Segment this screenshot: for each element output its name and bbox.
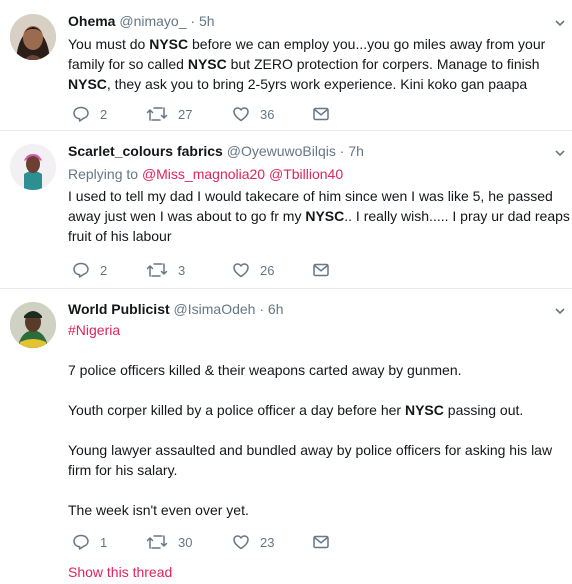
separator-dot: ·	[259, 301, 265, 317]
text-line: firm for his salary.	[68, 462, 178, 478]
text-line: You must do NYSC before we can employ yo…	[68, 36, 546, 52]
like-count: 26	[260, 262, 275, 278]
retweet-button[interactable]: 3	[146, 260, 185, 280]
heart-icon	[232, 261, 250, 279]
reply-count: 2	[100, 106, 108, 122]
tweet-paragraph: Young lawyer assaulted and bundled away …	[68, 440, 572, 480]
tweet-text: 7 police officers killed & their weapons…	[68, 360, 572, 520]
tweet-text: You must do NYSC before we can employ yo…	[68, 34, 572, 94]
avatar[interactable]	[10, 302, 56, 348]
separator-dot: ·	[339, 143, 345, 159]
text-line: I used to tell my dad I would takecare o…	[68, 188, 553, 204]
tweet-paragraph: Youth corper killed by a police officer …	[68, 400, 572, 420]
user-handle[interactable]: @IsimaOdeh	[174, 301, 256, 317]
avatar[interactable]	[10, 14, 56, 60]
timestamp[interactable]: 5h	[199, 13, 215, 29]
tweet-header: Scarlet_colours fabrics @OyewuwoBilqis ·…	[68, 142, 572, 160]
bold-term: NYSC	[149, 36, 189, 52]
display-name[interactable]: Ohema	[68, 13, 115, 29]
tweet[interactable]: Scarlet_colours fabrics @OyewuwoBilqis ·…	[0, 130, 572, 289]
envelope-icon	[312, 533, 330, 551]
reply-icon	[72, 261, 90, 279]
like-button[interactable]: 36	[232, 104, 274, 124]
like-button[interactable]: 26	[232, 260, 274, 280]
bold-term: NYSC	[68, 76, 107, 92]
tweet-header: World Publicist @IsimaOdeh · 6h	[68, 300, 572, 318]
avatar[interactable]	[10, 144, 56, 190]
text-line: Young lawyer assaulted and bundled away …	[68, 442, 553, 458]
tweet-paragraph: The week isn't even over yet.	[68, 500, 572, 520]
text-line: The week isn't even over yet.	[68, 502, 249, 518]
hashtag-line: #Nigeria	[68, 320, 572, 340]
bold-term: NYSC	[305, 208, 345, 224]
retweet-button[interactable]: 30	[146, 532, 192, 552]
dm-button[interactable]	[312, 260, 330, 280]
heart-icon	[232, 533, 250, 551]
envelope-icon	[312, 261, 330, 279]
chevron-down-icon[interactable]	[554, 304, 566, 316]
retweet-count: 30	[178, 534, 193, 550]
like-count: 23	[260, 534, 275, 550]
reply-button[interactable]: 2	[72, 260, 107, 280]
chevron-down-icon[interactable]	[554, 146, 566, 158]
tweet-paragraph: 7 police officers killed & their weapons…	[68, 360, 572, 380]
display-name[interactable]: Scarlet_colours fabrics	[68, 143, 223, 159]
replying-to-line: Replying to @Miss_magnolia20 @Tbillion40	[68, 164, 572, 184]
envelope-icon	[312, 105, 330, 123]
display-name[interactable]: World Publicist	[68, 301, 170, 317]
hashtag-link[interactable]: #Nigeria	[68, 322, 120, 338]
tweet-header: Ohema @nimayo_ · 5h	[68, 12, 572, 30]
reply-icon	[72, 533, 90, 551]
user-handle[interactable]: @OyewuwoBilqis	[227, 143, 336, 159]
mention-link[interactable]: @Miss_magnolia20	[142, 166, 265, 182]
reply-icon	[72, 105, 90, 123]
reply-button[interactable]: 1	[72, 532, 107, 552]
like-count: 36	[260, 106, 275, 122]
reply-count: 1	[100, 534, 108, 550]
mention-link[interactable]: @Tbillion40	[269, 166, 343, 182]
chevron-down-icon[interactable]	[554, 16, 566, 28]
show-thread-link[interactable]: Show this thread	[68, 564, 172, 580]
text-line: Youth corper killed by a police officer …	[68, 402, 524, 418]
user-handle[interactable]: @nimayo_	[119, 13, 186, 29]
retweet-count: 27	[178, 106, 193, 122]
reply-count: 2	[100, 262, 108, 278]
tweet-text: I used to tell my dad I would takecare o…	[68, 186, 572, 246]
timestamp[interactable]: 6h	[268, 301, 284, 317]
timestamp[interactable]: 7h	[348, 143, 364, 159]
text-line: fruit of his labour	[68, 228, 172, 244]
bold-term: NYSC	[187, 56, 227, 72]
tweet[interactable]: World Publicist @IsimaOdeh · 6h #Nigeria…	[0, 288, 572, 584]
bold-term: NYSC	[404, 402, 444, 418]
heart-icon	[232, 105, 250, 123]
text-line: NYSC, they ask you to bring 2-5yrs work …	[68, 76, 528, 92]
separator-dot: ·	[190, 13, 196, 29]
retweet-count: 3	[178, 262, 186, 278]
text-line: 7 police officers killed & their weapons…	[68, 362, 462, 378]
like-button[interactable]: 23	[232, 532, 274, 552]
retweet-icon	[146, 105, 168, 123]
tweet[interactable]: Ohema @nimayo_ · 5h You must do NYSC bef…	[0, 0, 572, 131]
retweet-button[interactable]: 27	[146, 104, 192, 124]
dm-button[interactable]	[312, 104, 330, 124]
retweet-icon	[146, 533, 168, 551]
reply-button[interactable]: 2	[72, 104, 107, 124]
text-line: away just wen I was about to go fr my NY…	[68, 208, 572, 224]
replying-to-label: Replying to	[68, 166, 139, 182]
dm-button[interactable]	[312, 532, 330, 552]
retweet-icon	[146, 261, 168, 279]
text-line: family for so called NYSC but ZERO prote…	[68, 56, 540, 72]
